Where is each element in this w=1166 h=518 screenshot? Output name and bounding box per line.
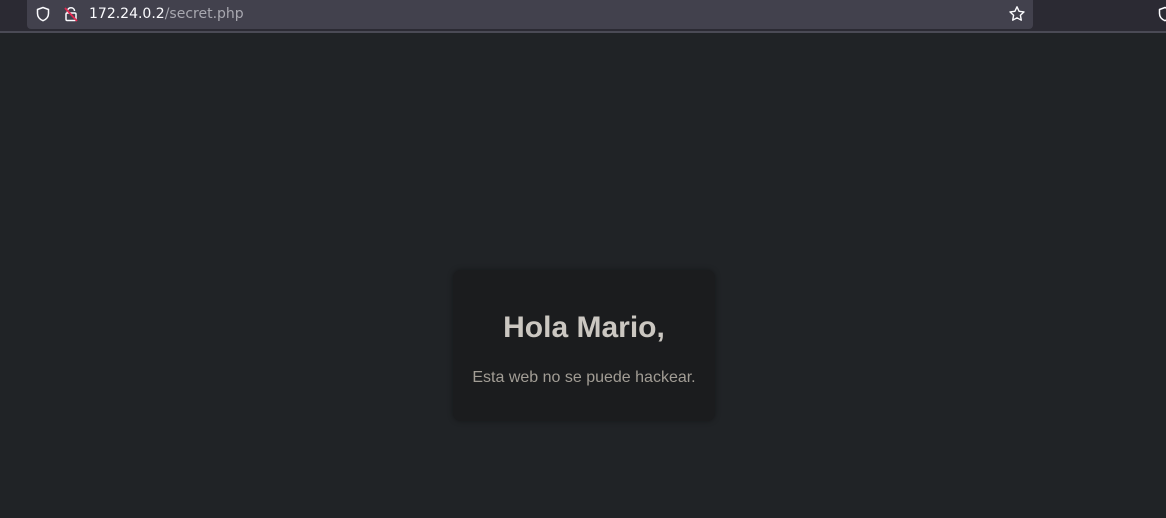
- insecure-connection-lock-icon[interactable]: [63, 6, 79, 22]
- url-host: 172.24.0.2: [89, 6, 165, 22]
- message-card: Hola Mario, Esta web no se puede hackear…: [453, 270, 715, 421]
- message-text: Esta web no se puede hackear.: [472, 369, 696, 386]
- address-bar[interactable]: 172.24.0.2/secret.php: [27, 0, 1033, 29]
- tracking-protection-shield-icon[interactable]: [35, 6, 51, 22]
- greeting-heading: Hola Mario,: [503, 311, 665, 344]
- bookmark-star-icon[interactable]: [1008, 5, 1026, 23]
- extension-shield-icon[interactable]: [1158, 6, 1166, 22]
- browser-toolbar: 172.24.0.2/secret.php: [0, 0, 1166, 33]
- url-path: /secret.php: [164, 6, 244, 22]
- url-text[interactable]: 172.24.0.2/secret.php: [89, 5, 244, 23]
